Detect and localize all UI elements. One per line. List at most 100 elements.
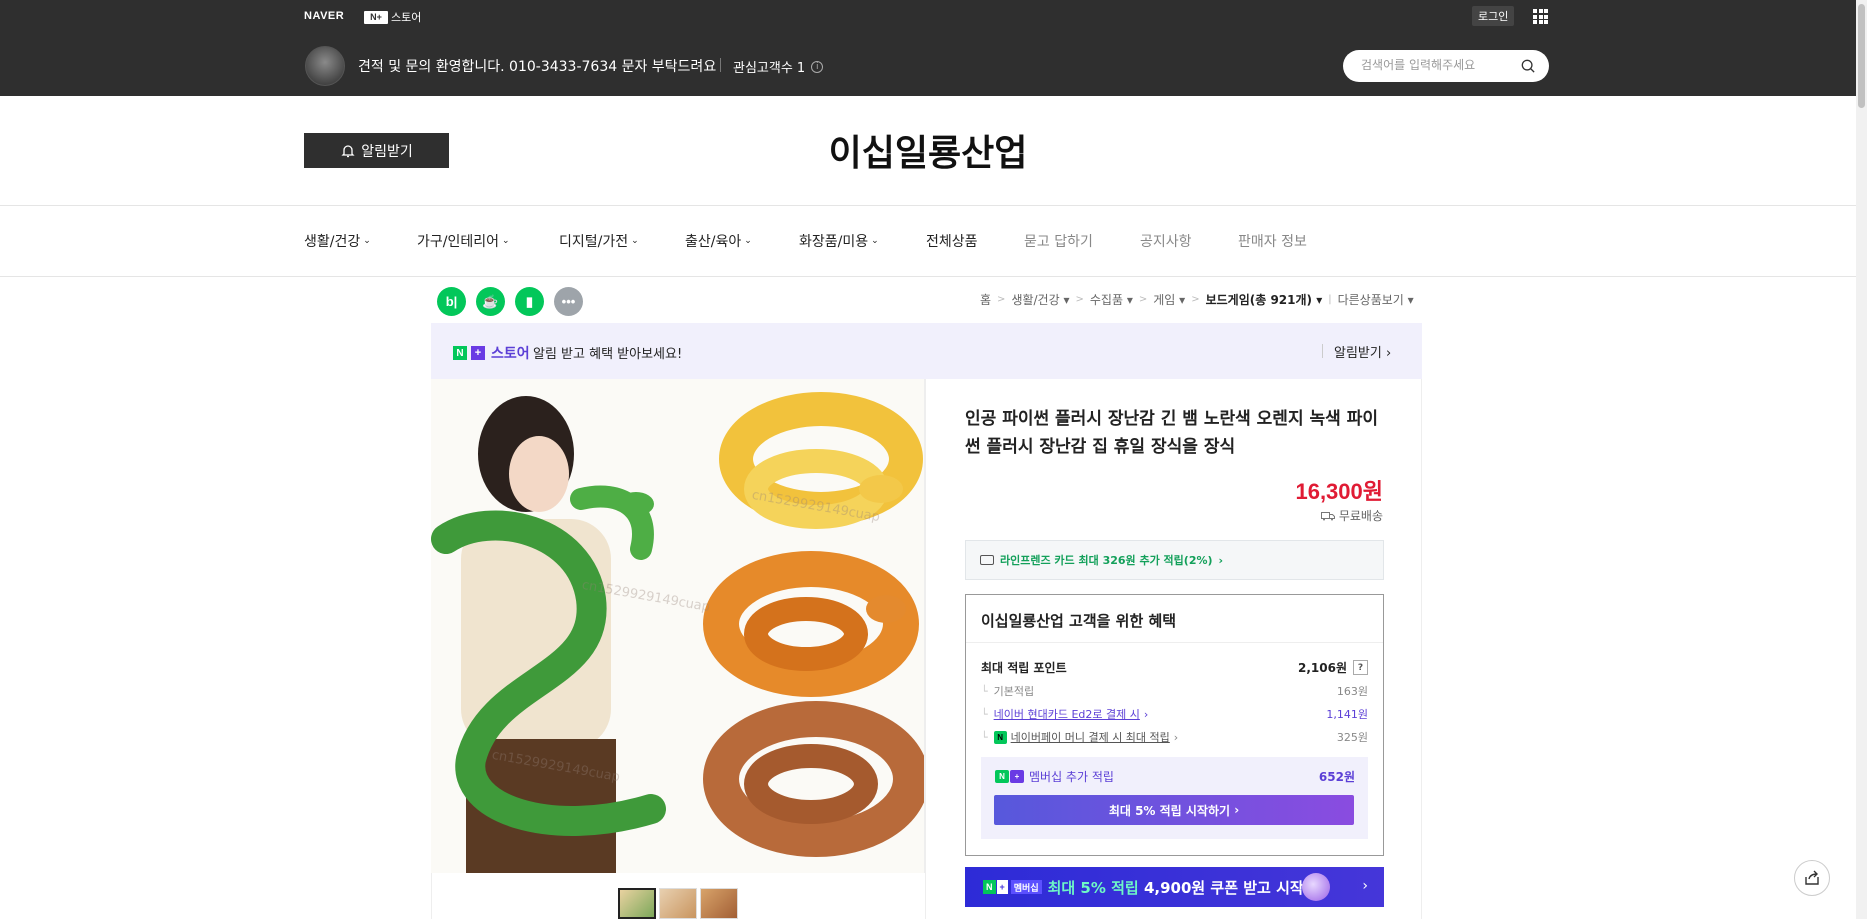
npay-points-value: 325원 — [1336, 731, 1368, 744]
search-box — [1343, 50, 1549, 82]
menu-living-health[interactable]: 생활/건강 ⌄ — [304, 231, 371, 251]
product-price: 16,300원 — [1295, 479, 1383, 504]
help-icon[interactable]: ? — [1353, 660, 1368, 675]
card-benefit-text: 라인프렌즈 카드 최대 326원 추가 적립(2%) — [1000, 554, 1213, 567]
search-input[interactable] — [1361, 58, 1511, 72]
fan-count: 관심고객수 1 i — [733, 57, 824, 76]
blog-icon[interactable]: b| — [437, 287, 466, 316]
search-icon[interactable] — [1521, 59, 1535, 73]
basic-points-value: 163원 — [1336, 685, 1368, 698]
npay-points-link[interactable]: 네이버페이 머니 결제 시 최대 적립 — [1011, 729, 1170, 745]
bookmark-icon[interactable]: ▮ — [515, 287, 544, 316]
max-points-row: 최대 적립 포인트 2,106원 ? — [981, 659, 1368, 676]
vertical-scrollbar[interactable] — [1856, 0, 1867, 919]
other-products-label: 다른상품보기 — [1337, 293, 1404, 307]
menu-all-products[interactable]: 전체상품 — [926, 231, 978, 251]
thumbnail[interactable] — [618, 888, 656, 919]
chevron-right-icon: > — [1191, 294, 1200, 305]
store-logo-label: 스토어 — [391, 11, 422, 24]
card-points-link[interactable]: 네이버 현대카드 Ed2로 결제 시 — [994, 706, 1140, 722]
cafe-icon[interactable]: ☕ — [476, 287, 505, 316]
breadcrumb-category-2[interactable]: 수집품 ▾ — [1090, 291, 1133, 308]
info-icon[interactable]: i — [811, 60, 824, 73]
menu-digital[interactable]: 디지털/가전 ⌄ — [559, 231, 639, 251]
product-main-image[interactable]: cn1529929149cuap cn1529929149cuap cn1529… — [431, 379, 925, 873]
menu-label: 묻고 답하기 — [1024, 234, 1093, 250]
seller-avatar[interactable] — [305, 46, 345, 86]
membership-box: N + 멤버십 추가 적립 652원 최대 5% 적립 시작하기 › — [981, 757, 1368, 839]
scrollbar-thumb[interactable] — [1858, 4, 1865, 108]
chevron-right-icon: > — [1075, 294, 1084, 305]
card-points-value: 1,141원 — [1326, 708, 1368, 721]
seller-bar — [0, 32, 1867, 96]
breadcrumb-category-4[interactable]: 보드게임(총 921개) ▾ — [1206, 291, 1323, 308]
chevron-right-icon: > — [997, 294, 1006, 305]
breadcrumb-category-3[interactable]: 게임 ▾ — [1153, 291, 1185, 308]
membership-row: N + 멤버십 추가 적립 652원 — [995, 768, 1355, 785]
other-products-dropdown[interactable]: 다른상품보기 ▾ — [1338, 291, 1414, 308]
divider — [720, 58, 721, 72]
naver-n-icon: N — [453, 346, 467, 360]
global-nav-bar — [0, 0, 1867, 32]
naver-store-logo[interactable]: N+ 스토어 — [364, 9, 421, 25]
basic-points-row: └ 기본적립 163원 — [981, 683, 1368, 699]
card-points-row: └ 네이버 현대카드 Ed2로 결제 시 › 1,141원 — [981, 706, 1368, 722]
more-icon[interactable]: ••• — [554, 287, 583, 316]
plus-icon: + — [996, 880, 1008, 894]
thumbnail[interactable] — [700, 888, 738, 919]
menu-qna[interactable]: 묻고 답하기 — [1024, 231, 1093, 251]
apps-grid-icon[interactable] — [1533, 9, 1548, 24]
card-benefit-banner[interactable]: 라인프렌즈 카드 최대 326원 추가 적립(2%) › — [965, 540, 1384, 580]
product-photo — [431, 379, 924, 873]
divider: | — [1328, 294, 1332, 305]
menu-label: 생활/건강 — [304, 234, 361, 250]
seller-message: 견적 및 문의 환영합니다. 010-3433-7634 문자 부탁드려요 — [358, 59, 717, 75]
menu-beauty[interactable]: 화장품/미용 ⌄ — [799, 231, 879, 251]
npay-points-row: └ N 네이버페이 머니 결제 시 최대 적립 › 325원 — [981, 729, 1368, 745]
menu-label: 가구/인테리어 — [417, 234, 499, 250]
chevron-down-icon: ⌄ — [502, 236, 510, 246]
chevron-right-icon: › — [1218, 553, 1224, 567]
thumbnail[interactable] — [659, 888, 697, 919]
chevron-down-icon: ⌄ — [871, 236, 879, 246]
start-membership-button[interactable]: 최대 5% 적립 시작하기 › — [994, 795, 1354, 825]
breadcrumb-label: 생활/건강 — [1011, 293, 1060, 307]
membership-coupon-banner[interactable]: N + 멤버십 최대 5% 적립 4,900원 쿠폰 받고 시작 › — [965, 867, 1384, 907]
menu-notice[interactable]: 공지사항 — [1140, 231, 1192, 251]
menu-baby[interactable]: 출산/육아 ⌄ — [685, 231, 752, 251]
breadcrumb-category-1[interactable]: 생활/건강 ▾ — [1011, 291, 1069, 308]
plus-icon: + — [1010, 770, 1024, 783]
benefits-title: 이십일룡산업 고객을 위한 혜택 — [981, 612, 1177, 630]
menu-label: 전체상품 — [926, 234, 978, 250]
customer-benefits-box: 이십일룡산업 고객을 위한 혜택 최대 적립 포인트 2,106원 ? └ 기본적… — [965, 594, 1384, 856]
naver-n-icon: N — [995, 770, 1009, 783]
menu-furniture[interactable]: 가구/인테리어 ⌄ — [417, 231, 510, 251]
menu-label: 공지사항 — [1140, 234, 1192, 250]
share-icon[interactable] — [1794, 860, 1830, 896]
menu-label: 출산/육아 — [685, 234, 742, 250]
promo-text: 알림 받고 혜택 받아보세요! — [533, 347, 683, 362]
thumbnail-list — [618, 888, 738, 919]
login-button[interactable]: 로그인 — [1472, 6, 1515, 26]
tree-branch-icon: └ — [981, 684, 988, 698]
breadcrumb: 홈 > 생활/건강 ▾ > 수집품 ▾ > 게임 ▾ > 보드게임(총 921개… — [980, 291, 1414, 308]
divider — [1322, 344, 1323, 358]
membership-label: 멤버십 추가 적립 — [1029, 770, 1114, 784]
shipping-info: 무료배송 — [1300, 507, 1383, 524]
naver-logo[interactable]: NAVER — [304, 10, 344, 22]
store-title[interactable]: 이십일룡산업 — [0, 124, 1856, 176]
credit-card-icon — [980, 555, 994, 565]
chevron-down-icon: ⌄ — [631, 236, 639, 246]
membership-badge: 멤버십 — [1010, 880, 1042, 894]
promo-alarm-label: 알림받기 — [1334, 346, 1382, 361]
breadcrumb-label: 게임 — [1153, 293, 1176, 307]
breadcrumb-home[interactable]: 홈 — [980, 291, 991, 308]
divider — [925, 379, 926, 919]
naver-plus-store-logo: N + 스토어 — [453, 343, 530, 363]
promo-alarm-link[interactable]: 알림받기 › — [1334, 342, 1391, 361]
coupon-highlight: 최대 5% 적립 — [1047, 878, 1139, 897]
menu-label: 디지털/가전 — [559, 234, 629, 250]
menu-seller-info[interactable]: 판매자 정보 — [1238, 231, 1307, 251]
divider — [0, 276, 1856, 277]
basic-points-label: 기본적립 — [993, 685, 1035, 698]
